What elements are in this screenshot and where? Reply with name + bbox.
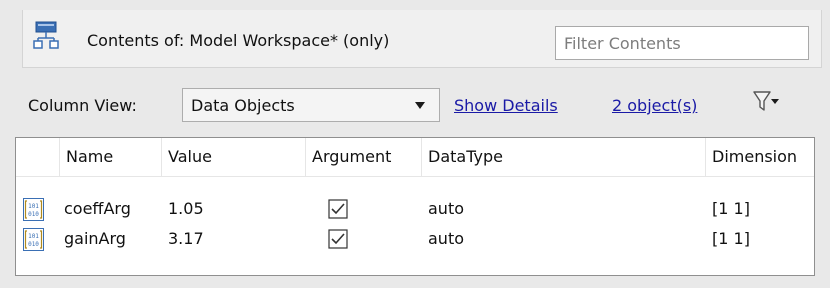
column-view-label: Column View: [28,96,137,115]
cell-dimension[interactable]: [1 1] [712,224,750,254]
cell-datatype[interactable]: auto [428,194,464,224]
cell-dimension[interactable]: [1 1] [712,194,750,224]
cell-value[interactable]: 1.05 [168,194,204,224]
svg-text:010: 010 [28,241,39,248]
cell-name: coeffArg [64,199,131,218]
svg-text:010: 010 [28,211,39,218]
contents-header: Contents of: Model Workspace* (only) [22,10,822,68]
cell-value[interactable]: 3.17 [168,224,204,254]
show-details-link[interactable]: Show Details [454,96,558,115]
contents-label: Contents of: Model Workspace* (only) [87,31,390,50]
filter-funnel-icon[interactable] [752,90,780,114]
variable-icon: 101 010 [23,198,44,221]
contents-table: Name Value Argument DataType Dimension 1… [15,137,815,276]
table-header: Name Value Argument DataType Dimension [16,138,814,177]
chevron-down-icon [415,102,425,109]
cell-name: gainArg [64,229,126,248]
model-workspace-icon [33,21,59,49]
filter-contents-input[interactable] [555,26,809,60]
svg-text:101: 101 [28,233,39,240]
cell-datatype[interactable]: auto [428,224,464,254]
table-row[interactable]: 101 010 gainArg 3.17 auto [1 1] [16,224,814,254]
column-header-icon [16,138,60,176]
column-header-name[interactable]: Name [60,138,162,176]
column-header-value[interactable]: Value [162,138,306,176]
column-view-value: Data Objects [191,95,295,115]
checkbox-checked-icon[interactable] [328,229,348,249]
variable-icon: 101 010 [23,228,44,251]
object-count-link[interactable]: 2 object(s) [612,96,697,115]
column-header-argument[interactable]: Argument [306,138,422,176]
checkbox-checked-icon[interactable] [328,199,348,219]
column-header-dimension[interactable]: Dimension [706,138,814,176]
column-header-datatype[interactable]: DataType [422,138,706,176]
column-view-dropdown[interactable]: Data Objects [182,88,440,122]
table-row[interactable]: 101 010 coeffArg 1.05 auto [1 1] [16,194,814,224]
svg-text:101: 101 [28,203,39,210]
column-view-toolbar: Column View: Data Objects Show Details 2… [0,78,830,128]
